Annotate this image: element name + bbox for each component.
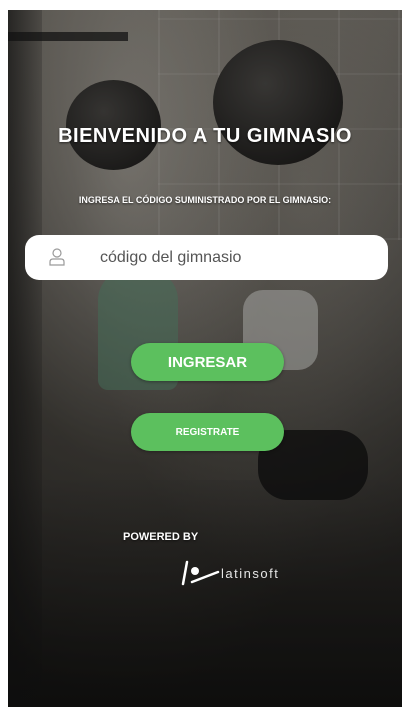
brand-name: latinsoft (221, 566, 280, 581)
ingresar-button[interactable]: INGRESAR (131, 343, 284, 381)
code-instructions: INGRESA EL CÓDIGO SUMINISTRADO POR EL GI… (78, 195, 332, 205)
registrate-button[interactable]: REGISTRATE (131, 413, 284, 451)
user-icon (49, 248, 65, 266)
gym-code-input[interactable] (100, 235, 380, 280)
powered-by-label: POWERED BY (123, 531, 199, 543)
login-screen: BIENVENIDO A TU GIMNASIO INGRESA EL CÓDI… (8, 10, 402, 707)
welcome-title: BIENVENIDO A TU GIMNASIO (58, 125, 352, 147)
latinsoft-logo-icon (181, 560, 220, 586)
gym-code-field[interactable] (25, 235, 388, 280)
